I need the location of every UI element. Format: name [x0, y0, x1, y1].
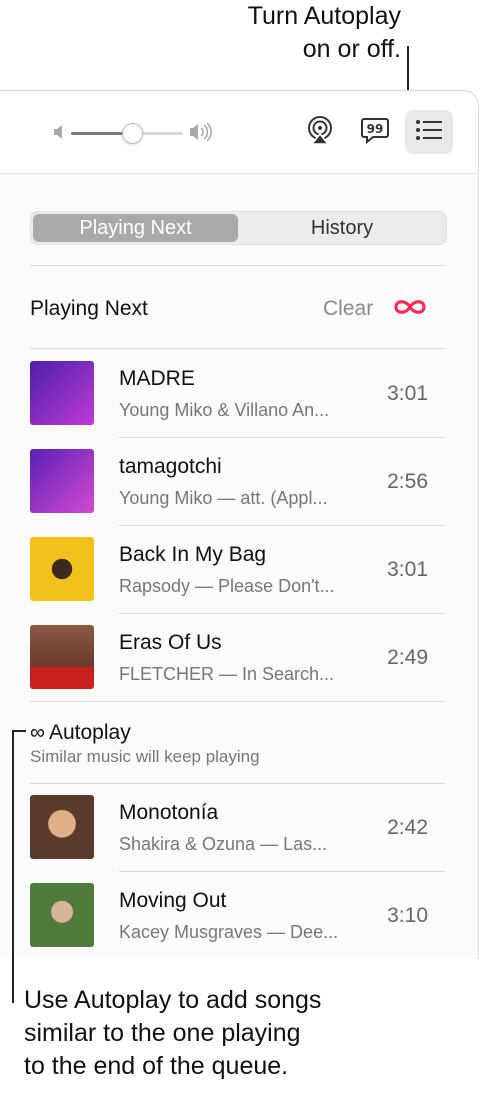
autoplay-item[interactable]: Monotonía Shakira & Ozuna — Las... 2:42 — [0, 783, 478, 871]
leader-line-bottom — [12, 730, 14, 1003]
airplay-button[interactable] — [296, 110, 344, 154]
callout-top: Turn Autoplay on or off. — [101, 0, 401, 66]
album-art — [30, 449, 94, 513]
autoplay-subtitle: Similar music will keep playing — [30, 747, 260, 766]
autoplay-item[interactable]: Moving Out Kacey Musgraves — Dee... 3:10 — [0, 871, 478, 959]
track-subtitle: Rapsody — Please Don't... — [119, 576, 335, 596]
tab-history[interactable]: History — [240, 214, 444, 242]
callout-bottom-line1: Use Autoplay to add songs — [24, 986, 322, 1014]
clear-button[interactable]: Clear — [323, 297, 373, 321]
track-title: Eras Of Us — [119, 631, 222, 654]
lyrics-button[interactable]: 99 — [351, 110, 399, 154]
album-art — [30, 361, 94, 425]
track-title: Back In My Bag — [119, 543, 267, 566]
callout-top-line1: Turn Autoplay — [247, 2, 401, 30]
track-duration: 3:01 — [387, 558, 428, 581]
queue-button[interactable] — [405, 110, 453, 154]
album-art — [30, 537, 94, 601]
track-duration: 2:49 — [387, 646, 428, 669]
album-art — [30, 625, 94, 689]
airplay-icon — [305, 115, 335, 150]
autoplay-symbol: ∞ — [30, 721, 45, 744]
callout-bottom-line2: similar to the one playing — [24, 1019, 301, 1047]
track-duration: 2:42 — [387, 816, 428, 839]
album-art — [30, 883, 94, 947]
volume-low-icon — [54, 125, 66, 144]
autoplay-infinity-icon — [392, 300, 428, 322]
divider — [30, 265, 445, 266]
svg-text:99: 99 — [367, 122, 384, 136]
volume-high-icon — [190, 122, 214, 147]
track-subtitle: FLETCHER — In Search... — [119, 664, 335, 684]
callout-bottom-line3: to the end of the queue. — [24, 1052, 289, 1080]
lyrics-icon: 99 — [360, 115, 390, 150]
track-subtitle: Young Miko — att. (Appl... — [119, 488, 328, 508]
queue-list-icon — [414, 118, 444, 147]
volume-slider-knob[interactable] — [122, 123, 144, 144]
callout-top-line2: on or off. — [302, 35, 401, 63]
track-duration: 3:10 — [387, 904, 428, 927]
queue-segmented-control: Playing Next History — [30, 211, 447, 245]
leader-line-bottom-horizontal — [12, 730, 26, 732]
queue-item[interactable]: Back In My Bag Rapsody — Please Don't...… — [0, 525, 478, 613]
tab-playing-next[interactable]: Playing Next — [33, 214, 238, 242]
autoplay-header: ∞ Autoplay — [30, 721, 131, 745]
track-title: Monotonía — [119, 801, 219, 824]
queue-window: 99 Playing Next History Playing Next Cle… — [0, 90, 479, 959]
track-subtitle: Kacey Musgraves — Dee... — [119, 922, 339, 942]
track-duration: 2:56 — [387, 470, 428, 493]
playing-next-title: Playing Next — [30, 297, 148, 320]
queue-item[interactable]: tamagotchi Young Miko — att. (Appl... 2:… — [0, 437, 478, 525]
toolbar: 99 — [0, 91, 478, 174]
autoplay-title: Autoplay — [48, 721, 131, 744]
queue-item[interactable]: Eras Of Us FLETCHER — In Search... 2:49 — [0, 613, 478, 701]
track-title: tamagotchi — [119, 455, 222, 478]
track-subtitle: Young Miko & Villano An... — [119, 400, 330, 420]
track-title: MADRE — [119, 367, 195, 390]
track-title: Moving Out — [119, 889, 227, 912]
album-art — [30, 795, 94, 859]
track-subtitle: Shakira & Ozuna — Las... — [119, 834, 328, 854]
autoplay-toggle-button[interactable] — [392, 296, 428, 323]
callout-bottom: Use Autoplay to add songs similar to the… — [24, 984, 464, 1083]
queue-item[interactable]: MADRE Young Miko & Villano An... 3:01 — [0, 349, 478, 437]
track-duration: 3:01 — [387, 382, 428, 405]
divider — [30, 701, 445, 702]
